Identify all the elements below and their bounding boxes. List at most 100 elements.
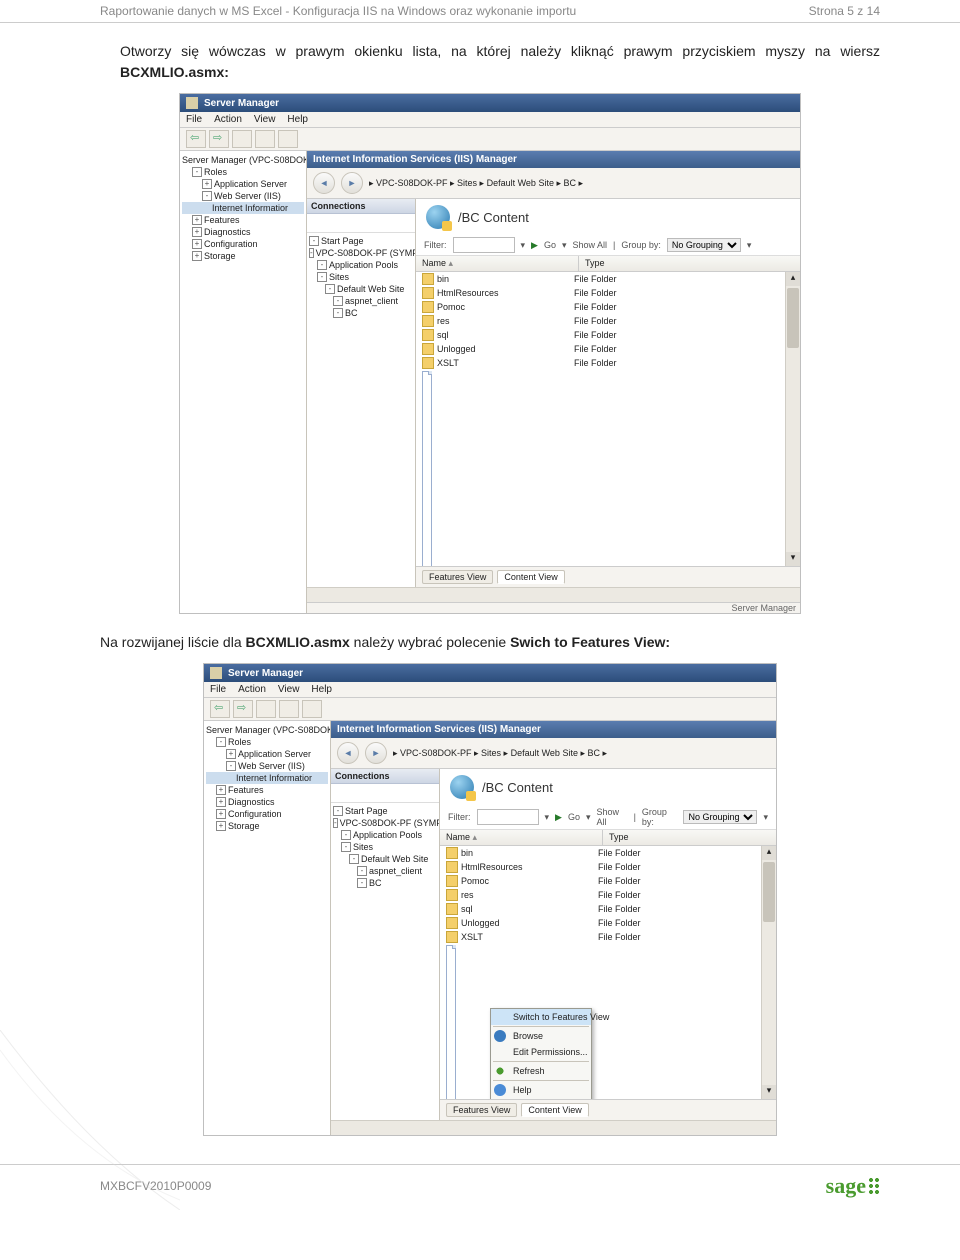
connections-tool-icon[interactable]: [369, 786, 383, 800]
file-row[interactable]: PomocFile Folder: [416, 300, 785, 314]
filter-input[interactable]: [477, 809, 539, 825]
tree-item[interactable]: +Storage: [182, 250, 304, 262]
features-view-tab[interactable]: Features View: [422, 570, 493, 584]
menu-help[interactable]: Help: [287, 114, 308, 125]
tree-item[interactable]: +Diagnostics: [182, 226, 304, 238]
list-header[interactable]: Name ▴ Type: [416, 256, 800, 272]
vertical-scrollbar[interactable]: ▴ ▾: [785, 272, 800, 566]
connections-tool-icon[interactable]: [335, 786, 349, 800]
connections-tool-icon[interactable]: [386, 786, 400, 800]
conn-tree-item[interactable]: -Application Pools: [309, 259, 413, 271]
list-header[interactable]: Name ▴ Type: [440, 830, 776, 846]
view-tabs[interactable]: Features View Content View: [440, 1099, 776, 1120]
file-row[interactable]: PomocFile Folder: [440, 874, 761, 888]
forward-icon[interactable]: [209, 130, 229, 148]
horizontal-scrollbar[interactable]: [331, 1120, 776, 1135]
menu-action[interactable]: Action: [238, 684, 266, 695]
toolbar-button[interactable]: [255, 130, 275, 148]
server-tree[interactable]: Server Manager (VPC-S08DOK-P-Roles+Appli…: [204, 721, 331, 1135]
file-row[interactable]: HtmlResourcesFile Folder: [416, 286, 785, 300]
conn-tree-item[interactable]: -Application Pools: [333, 829, 437, 841]
ctx-refresh[interactable]: Refresh: [491, 1063, 591, 1079]
server-tree[interactable]: Server Manager (VPC-S08DOK-P-Roles+Appli…: [180, 151, 307, 613]
file-row[interactable]: sqlFile Folder: [440, 902, 761, 916]
filter-input[interactable]: [453, 237, 515, 253]
file-list[interactable]: binFile FolderHtmlResourcesFile FolderPo…: [416, 272, 785, 566]
conn-tree-item[interactable]: -Default Web Site: [333, 853, 437, 865]
menu-view[interactable]: View: [278, 684, 300, 695]
connections-tool-icon[interactable]: [362, 216, 376, 230]
tree-item[interactable]: Internet Informatior: [182, 202, 304, 214]
back-icon[interactable]: [186, 130, 206, 148]
iis-breadcrumb[interactable]: ◄ ► ▸ VPC-S08DOK-PF ▸ Sites ▸ Default We…: [307, 168, 800, 199]
file-list[interactable]: binFile FolderHtmlResourcesFile FolderPo…: [440, 846, 761, 1099]
conn-tree-item[interactable]: -BC: [309, 307, 413, 319]
connections-tool-icon[interactable]: [352, 786, 366, 800]
file-row[interactable]: resFile Folder: [416, 314, 785, 328]
tree-item[interactable]: +Configuration: [182, 238, 304, 250]
menu-action[interactable]: Action: [214, 114, 242, 125]
conn-tree-item[interactable]: -aspnet_client: [309, 295, 413, 307]
conn-tree-item[interactable]: -VPC-S08DOK-PF (SYMFONI: [309, 247, 413, 259]
menu-file[interactable]: File: [210, 684, 226, 695]
file-row[interactable]: sqlFile Folder: [416, 328, 785, 342]
menu-file[interactable]: File: [186, 114, 202, 125]
toolbar-button[interactable]: [256, 700, 276, 718]
nav-fwd-icon[interactable]: ►: [365, 742, 387, 764]
content-view-tab[interactable]: Content View: [497, 570, 564, 584]
ctx-help[interactable]: Help: [491, 1082, 591, 1098]
conn-tree-item[interactable]: -Default Web Site: [309, 283, 413, 295]
tree-item[interactable]: +Configuration: [206, 808, 328, 820]
tree-item[interactable]: Internet Informatior: [206, 772, 328, 784]
connections-tool-icon[interactable]: [311, 216, 325, 230]
ctx-switch-features[interactable]: Switch to Features View: [491, 1009, 591, 1025]
toolbar-button[interactable]: [232, 130, 252, 148]
file-row[interactable]: XSLTFile Folder: [416, 356, 785, 370]
nav-back-icon[interactable]: ◄: [337, 742, 359, 764]
conn-tree-item[interactable]: -Start Page: [333, 805, 437, 817]
tree-item[interactable]: +Features: [182, 214, 304, 226]
connections-tree[interactable]: -Start Page-VPC-S08DOK-PF (SYMFONI-Appli…: [307, 233, 415, 587]
iis-breadcrumb[interactable]: ◄ ► ▸ VPC-S08DOK-PF ▸ Sites ▸ Default We…: [331, 738, 776, 769]
tree-item[interactable]: -Roles: [206, 736, 328, 748]
tree-item[interactable]: -Web Server (IIS): [206, 760, 328, 772]
tree-item[interactable]: -Web Server (IIS): [182, 190, 304, 202]
tree-item[interactable]: -Roles: [182, 166, 304, 178]
connections-tool-icon[interactable]: [328, 216, 342, 230]
tree-item[interactable]: Server Manager (VPC-S08DOK-P: [206, 724, 328, 736]
file-row[interactable]: AbsoluteStart.aspxASP.NET Server Page: [416, 370, 785, 566]
conn-tree-item[interactable]: -Start Page: [309, 235, 413, 247]
file-row[interactable]: binFile Folder: [440, 846, 761, 860]
connections-tree[interactable]: -Start Page-VPC-S08DOK-PF (SYMFONI-Appli…: [331, 803, 439, 1120]
ctx-edit-permissions[interactable]: Edit Permissions...: [491, 1044, 591, 1060]
help-icon[interactable]: [278, 130, 298, 148]
ctx-online-help[interactable]: Online Help: [491, 1098, 591, 1099]
conn-tree-item[interactable]: -Sites: [309, 271, 413, 283]
connections-tool-icon[interactable]: [345, 216, 359, 230]
horizontal-scrollbar[interactable]: [307, 587, 800, 602]
tree-item[interactable]: Server Manager (VPC-S08DOK-P: [182, 154, 304, 166]
conn-tree-item[interactable]: -BC: [333, 877, 437, 889]
help-icon[interactable]: [302, 700, 322, 718]
tree-item[interactable]: +Features: [206, 784, 328, 796]
tree-item[interactable]: +Storage: [206, 820, 328, 832]
file-row[interactable]: HtmlResourcesFile Folder: [440, 860, 761, 874]
file-row[interactable]: resFile Folder: [440, 888, 761, 902]
content-view-tab[interactable]: Content View: [521, 1103, 588, 1117]
tree-item[interactable]: +Diagnostics: [206, 796, 328, 808]
conn-tree-item[interactable]: -VPC-S08DOK-PF (SYMFONI: [333, 817, 437, 829]
groupby-select[interactable]: No Grouping: [667, 238, 741, 252]
view-tabs[interactable]: Features View Content View: [416, 566, 800, 587]
conn-tree-item[interactable]: -aspnet_client: [333, 865, 437, 877]
nav-fwd-icon[interactable]: ►: [341, 172, 363, 194]
context-menu[interactable]: Switch to Features View Browse Edit Perm…: [490, 1008, 592, 1099]
back-icon[interactable]: [210, 700, 230, 718]
ctx-browse[interactable]: Browse: [491, 1028, 591, 1044]
nav-back-icon[interactable]: ◄: [313, 172, 335, 194]
tree-item[interactable]: +Application Server: [182, 178, 304, 190]
menu-view[interactable]: View: [254, 114, 276, 125]
menu-help[interactable]: Help: [311, 684, 332, 695]
file-row[interactable]: UnloggedFile Folder: [416, 342, 785, 356]
vertical-scrollbar[interactable]: ▴ ▾: [761, 846, 776, 1099]
features-view-tab[interactable]: Features View: [446, 1103, 517, 1117]
